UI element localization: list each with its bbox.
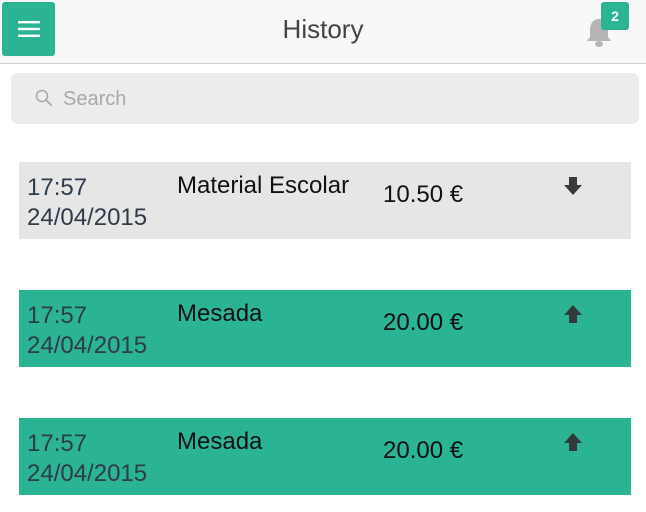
transaction-amount: 20.00 € <box>383 309 464 336</box>
page-title: History <box>282 14 364 44</box>
transaction-row[interactable]: 17:57 24/04/2015 Mesada 20.00 € <box>19 290 631 367</box>
top-bar: History 2 <box>0 0 646 64</box>
transaction-time: 17:57 <box>27 174 88 201</box>
arrow-up-icon <box>564 433 582 451</box>
search-input[interactable] <box>61 73 625 126</box>
search-icon <box>35 89 52 106</box>
transaction-description: Mesada <box>177 300 263 327</box>
transaction-time: 17:57 <box>27 430 88 457</box>
transaction-row[interactable]: 17:57 24/04/2015 Mesada 20.00 € <box>19 418 631 495</box>
transaction-row[interactable]: 17:57 24/04/2015 Material Escolar 10.50 … <box>19 162 631 239</box>
arrow-down-icon <box>564 177 582 195</box>
transaction-time: 17:57 <box>27 302 88 329</box>
transaction-amount: 10.50 € <box>383 181 464 208</box>
transaction-amount: 20.00 € <box>383 437 464 464</box>
search-bar[interactable] <box>11 73 639 126</box>
transaction-date: 24/04/2015 <box>27 332 148 359</box>
transaction-date: 24/04/2015 <box>27 204 148 231</box>
transaction-date: 24/04/2015 <box>27 460 148 487</box>
arrow-up-icon <box>564 305 582 323</box>
transaction-description: Mesada <box>177 428 263 455</box>
transaction-description: Material Escolar <box>177 172 350 199</box>
notification-badge[interactable]: 2 <box>601 2 629 30</box>
